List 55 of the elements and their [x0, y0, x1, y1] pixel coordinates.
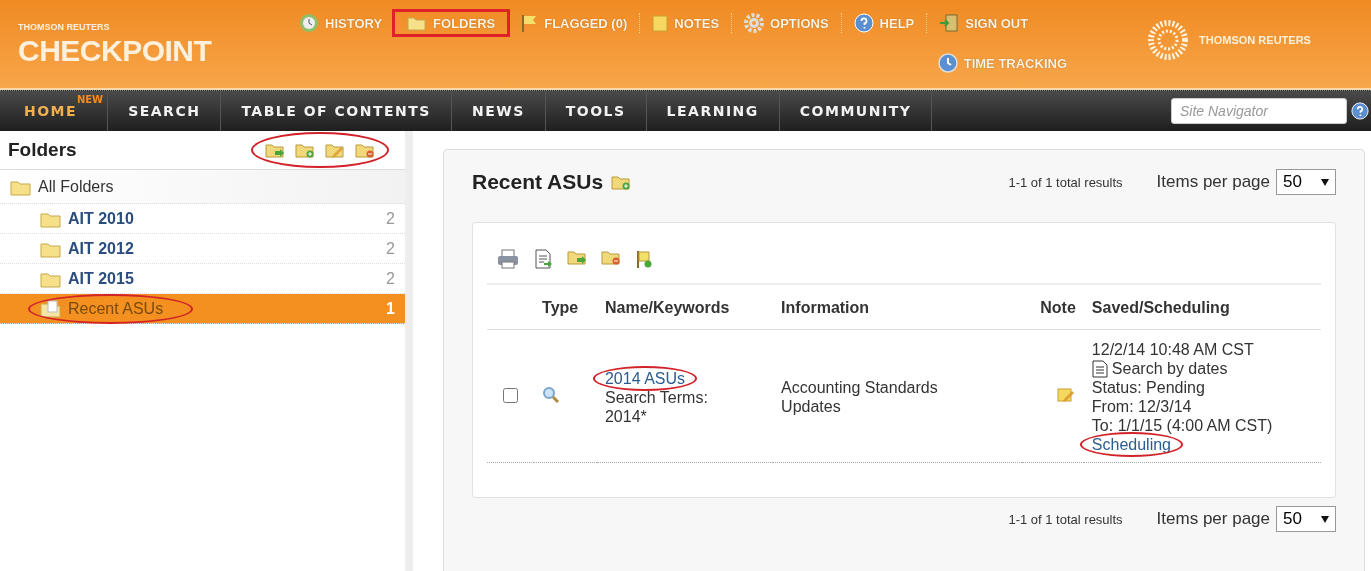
flag-icon[interactable] — [635, 249, 653, 269]
saved-search-link[interactable]: 2014 ASUs — [604, 369, 686, 387]
search-terms: Search Terms: 2014* — [604, 387, 709, 426]
column-header: Name/Keywords — [596, 285, 774, 330]
schedule-start: From: 12/3/14 — [1091, 397, 1193, 416]
sidebar-title: Folders — [8, 139, 77, 161]
help-icon — [853, 13, 874, 33]
door-icon — [939, 13, 960, 33]
items-per-page-label: Items per page — [1156, 509, 1270, 529]
document-folder-icon — [40, 299, 62, 318]
print-icon[interactable] — [497, 249, 519, 269]
dropdown-caret-icon — [1321, 178, 1329, 186]
rename-folder-icon[interactable] — [325, 142, 345, 158]
folder-item[interactable]: All Folders — [0, 170, 405, 204]
brand-tagline: THOMSON REUTERS — [18, 22, 110, 32]
search-icon — [542, 386, 561, 404]
scheduling-link[interactable]: Scheduling — [1091, 436, 1171, 453]
schedule-end: To: 1/1/15 (4:00 AM CST) — [1091, 416, 1274, 435]
clock-icon — [299, 13, 319, 33]
schedule-name: Search by dates — [1111, 359, 1228, 378]
items-per-page-label: Items per page — [1156, 172, 1270, 192]
clock-icon — [937, 53, 958, 73]
company-logo-text: THOMSON REUTERS — [1199, 34, 1311, 46]
information-text: Accounting Standards Updates — [781, 378, 939, 416]
delete-folder-icon[interactable] — [355, 142, 375, 158]
folder-item[interactable]: AIT 2012 2 — [0, 234, 405, 264]
note-icon — [652, 14, 669, 32]
document-icon — [1091, 359, 1108, 378]
help-icon[interactable] — [1351, 102, 1369, 120]
site-navigator-field[interactable]: Site Navigator — [1171, 98, 1347, 124]
panel-title: Recent ASUs — [472, 170, 604, 194]
row-checkbox[interactable] — [503, 387, 518, 403]
column-header: Information — [773, 285, 1022, 330]
flag-icon — [520, 13, 539, 33]
folder-icon — [407, 15, 428, 31]
new-folder-icon[interactable] — [295, 142, 315, 158]
column-header: Saved/Scheduling — [1083, 285, 1321, 330]
move-to-folder-icon[interactable] — [265, 142, 285, 158]
schedule-status: Status: Pending — [1091, 378, 1206, 397]
dropdown-caret-icon — [1321, 515, 1329, 523]
items-per-page-select[interactable]: 50 — [1276, 169, 1336, 195]
results-count: 1-1 of 1 total results — [1008, 511, 1123, 527]
gear-icon — [744, 13, 765, 33]
delete-folder-icon[interactable] — [601, 249, 621, 265]
export-document-icon[interactable] — [533, 249, 553, 269]
add-folder-icon[interactable] — [611, 174, 632, 190]
note-pencil-icon[interactable] — [1055, 386, 1076, 404]
items-per-page-select[interactable]: 50 — [1276, 506, 1336, 532]
column-header: Note — [1021, 285, 1084, 330]
results-count: 1-1 of 1 total results — [1008, 174, 1123, 190]
saved-date: 12/2/14 10:48 AM CST — [1091, 340, 1255, 359]
column-header: Type — [534, 285, 597, 330]
dotted-globe-icon — [1147, 19, 1190, 61]
move-to-folder-icon[interactable] — [567, 249, 587, 265]
folder-item[interactable]: AIT 2010 2 — [0, 204, 405, 234]
